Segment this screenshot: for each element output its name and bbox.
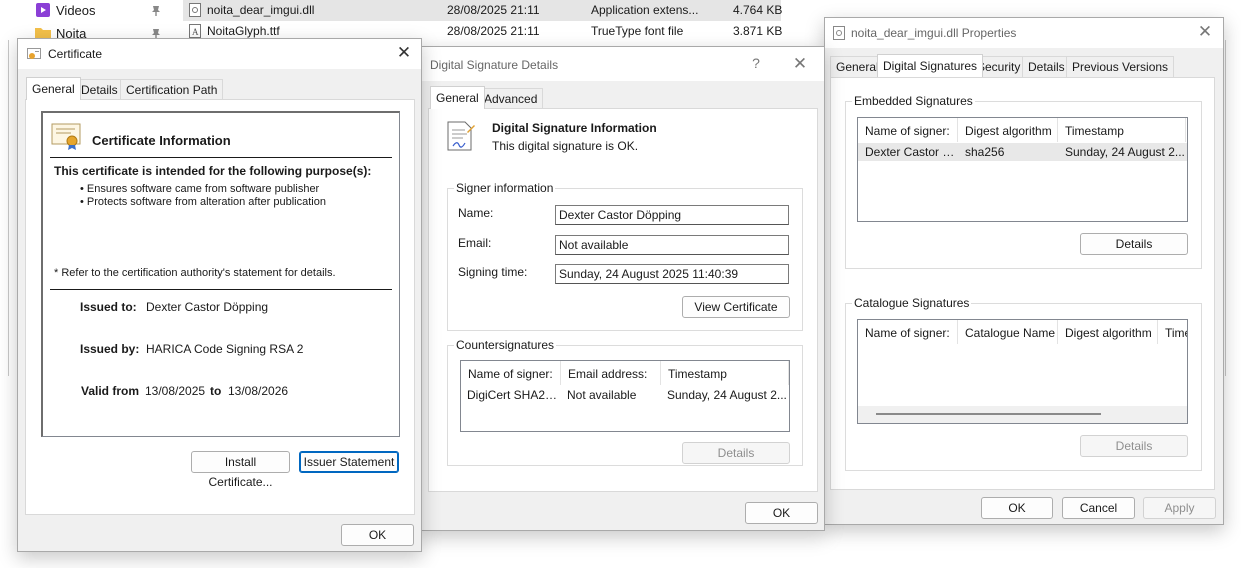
embedded-signatures-group: Embedded Signatures Name of signer: Dige… xyxy=(845,94,1202,269)
font-file-icon: A xyxy=(189,24,201,38)
properties-title-bar[interactable]: noita_dear_imgui.dll Properties ✕ xyxy=(825,18,1223,48)
install-certificate-button[interactable]: Install Certificate... xyxy=(191,451,290,489)
properties-dialog: noita_dear_imgui.dll Properties ✕ Genera… xyxy=(824,17,1224,525)
certificate-title: Certificate xyxy=(48,47,103,61)
horizontal-scrollbar[interactable] xyxy=(858,406,1187,423)
email-label: Email: xyxy=(458,236,492,250)
issued-by-value: HARICA Code Signing RSA 2 xyxy=(146,342,304,356)
issued-to-label: Issued to: xyxy=(80,300,137,314)
column-header[interactable]: Name of signer: xyxy=(858,118,958,142)
countersignatures-group: Countersignatures Name of signer: Email … xyxy=(447,338,803,466)
nav-item-videos[interactable]: Videos xyxy=(28,0,170,22)
purpose-item: • Ensures software came from software pu… xyxy=(80,183,320,195)
properties-tabs: General Digital Signatures Security Deta… xyxy=(830,54,1220,78)
column-header[interactable]: Email address: xyxy=(561,361,661,385)
tab-previous-versions[interactable]: Previous Versions xyxy=(1066,56,1175,77)
help-icon[interactable]: ? xyxy=(746,55,766,75)
column-header[interactable]: Name of signer: xyxy=(858,320,958,344)
list-item[interactable]: DigiCert SHA256... Not available Sunday,… xyxy=(461,386,789,404)
column-header[interactable]: Digest algorithm xyxy=(958,118,1058,142)
certificate-info-title: Certificate Information xyxy=(92,133,231,148)
properties-cancel-button[interactable]: Cancel xyxy=(1062,497,1135,519)
file-row[interactable]: noita_dear_imgui.dll 28/08/2025 21:11 Ap… xyxy=(183,0,782,21)
certificate-icon xyxy=(51,123,81,150)
divider xyxy=(50,289,392,290)
list-header: Name of signer: Digest algorithm Timesta… xyxy=(858,118,1187,142)
catalogue-details-button[interactable]: Details xyxy=(1080,435,1188,457)
signer-information-group: Signer information Name: Dexter Castor D… xyxy=(447,181,803,331)
purpose-heading: This certificate is intended for the fol… xyxy=(54,164,372,178)
countersig-details-button[interactable]: Details xyxy=(682,442,790,464)
signature-details-ok-button[interactable]: OK xyxy=(745,502,818,524)
tab-digital-signatures[interactable]: Digital Signatures xyxy=(877,54,984,77)
embedded-signatures-list[interactable]: Name of signer: Digest algorithm Timesta… xyxy=(857,117,1188,222)
tab-advanced[interactable]: Advanced xyxy=(478,88,544,109)
catalogue-signatures-group: Catalogue Signatures Name of signer: Cat… xyxy=(845,296,1202,471)
certificate-info-box: Certificate Information This certificate… xyxy=(41,111,400,437)
column-header[interactable]: Name of signer: xyxy=(461,361,561,385)
column-header[interactable]: Time xyxy=(1158,320,1187,344)
valid-from-value: 13/08/2025 xyxy=(145,384,206,398)
column-header[interactable]: Digest algorithm xyxy=(1058,320,1158,344)
close-icon[interactable]: ✕ xyxy=(1193,22,1217,44)
valid-from-label: Valid from xyxy=(81,384,140,398)
name-label: Name: xyxy=(458,206,494,220)
signature-details-dialog: Digital Signature Details ? ✕ General Ad… xyxy=(419,46,825,531)
purpose-item: • Protects software from alteration afte… xyxy=(80,196,326,208)
dll-file-icon xyxy=(833,26,845,40)
properties-ok-button[interactable]: OK xyxy=(981,497,1053,519)
signer-email-field[interactable]: Not available xyxy=(555,235,789,255)
certificate-title-bar[interactable]: Certificate ✕ xyxy=(18,39,421,69)
tab-certification-path[interactable]: Certification Path xyxy=(120,79,224,100)
signing-time-label: Signing time: xyxy=(458,265,528,279)
properties-title: noita_dear_imgui.dll Properties xyxy=(851,26,1017,40)
issued-to-value: Dexter Castor Döpping xyxy=(146,300,269,314)
certificate-icon xyxy=(27,48,41,59)
tab-general[interactable]: General xyxy=(26,77,81,100)
list-header: Name of signer: Catalogue Name Digest al… xyxy=(858,320,1187,344)
explorer-border xyxy=(8,40,9,376)
list-header: Name of signer: Email address: Timestamp xyxy=(461,361,789,385)
pin-icon[interactable] xyxy=(150,5,162,17)
signature-status: This digital signature is OK. xyxy=(492,139,639,153)
properties-tab-panel: Embedded Signatures Name of signer: Dige… xyxy=(830,77,1215,490)
tab-general[interactable]: General xyxy=(430,86,485,109)
signed-document-icon xyxy=(447,121,475,151)
embedded-details-button[interactable]: Details xyxy=(1080,233,1188,255)
close-icon[interactable]: ✕ xyxy=(392,43,416,65)
scrollbar-thumb[interactable] xyxy=(876,413,1101,415)
divider xyxy=(50,157,392,158)
signature-details-title-bar[interactable]: Digital Signature Details ? ✕ xyxy=(420,47,824,81)
tab-details[interactable]: Details xyxy=(75,79,124,100)
certificate-panel: Certificate Information This certificate… xyxy=(25,99,415,515)
catalogue-signatures-list[interactable]: Name of signer: Catalogue Name Digest al… xyxy=(857,319,1188,424)
signature-details-title: Digital Signature Details xyxy=(430,58,559,72)
certificate-dialog: Certificate ✕ General Details Certificat… xyxy=(17,38,422,552)
signature-details-panel: Digital Signature Information This digit… xyxy=(428,108,818,492)
issuer-statement-button[interactable]: Issuer Statement xyxy=(299,451,399,473)
certificate-tabs: General Details Certification Path xyxy=(26,77,416,101)
valid-to-label: to xyxy=(210,384,222,398)
svg-text:A: A xyxy=(192,27,199,37)
column-header[interactable]: Timestamp xyxy=(661,361,789,385)
list-item[interactable]: Dexter Castor Dö... sha256 Sunday, 24 Au… xyxy=(858,143,1187,161)
close-icon[interactable]: ✕ xyxy=(788,54,812,76)
dll-file-icon xyxy=(189,3,201,17)
ca-statement-note: * Refer to the certification authority's… xyxy=(54,267,336,279)
tab-details[interactable]: Details xyxy=(1022,56,1071,77)
issued-by-label: Issued by: xyxy=(80,342,140,356)
valid-to-value: 13/08/2026 xyxy=(228,384,289,398)
videos-folder-icon xyxy=(36,3,50,17)
properties-apply-button[interactable]: Apply xyxy=(1143,497,1216,519)
countersignatures-list[interactable]: Name of signer: Email address: Timestamp… xyxy=(460,360,790,432)
column-header[interactable]: Timestamp xyxy=(1058,118,1186,142)
explorer-border xyxy=(1225,40,1226,376)
signature-details-tabs: General Advanced xyxy=(430,86,820,110)
signer-name-field[interactable]: Dexter Castor Döpping xyxy=(555,205,789,225)
certificate-ok-button[interactable]: OK xyxy=(341,524,414,546)
signature-info-title: Digital Signature Information xyxy=(492,121,657,135)
signing-time-field[interactable]: Sunday, 24 August 2025 11:40:39 xyxy=(555,264,789,284)
column-header[interactable]: Catalogue Name xyxy=(958,320,1058,344)
view-certificate-button[interactable]: View Certificate xyxy=(682,296,790,318)
